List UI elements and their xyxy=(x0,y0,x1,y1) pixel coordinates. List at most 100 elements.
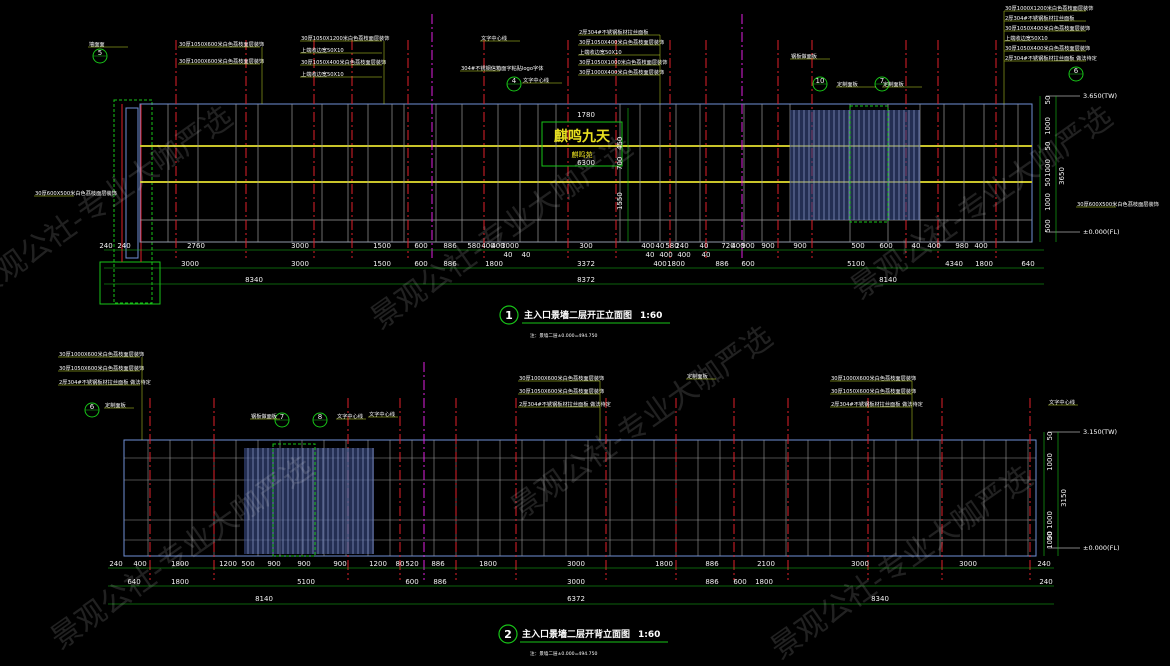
watermark-text: 景观公社-专业大咖严选 xyxy=(365,130,640,337)
note-text: 30厚1050X400米白色荔枝面层装饰 xyxy=(301,58,386,66)
dim-row1: 900 xyxy=(267,560,280,568)
dim-row1: 240 xyxy=(99,242,112,250)
dim-row1: 500 xyxy=(851,242,864,250)
note-text: 30厚1000X600米白色荔枝面层装饰 xyxy=(179,57,264,65)
dim-row2: 640 xyxy=(1021,260,1034,268)
level-markers-2: 3.150(TW) ±0.000(FL) xyxy=(1048,428,1120,552)
dim-row1: 980 xyxy=(955,242,968,250)
note-text: 上端收边宽50X10 xyxy=(579,48,622,56)
dim-row2: 3000 xyxy=(567,578,585,586)
level-base-2: ±0.000(FL) xyxy=(1083,544,1120,552)
bubble-number: 4 xyxy=(512,77,517,85)
dim-row2: 886 xyxy=(715,260,729,268)
note-text: 文字中心线 xyxy=(481,34,507,42)
vertical-dim: 500 xyxy=(1044,219,1052,232)
dim-row3: 6372 xyxy=(567,595,585,603)
dim-small: 400 xyxy=(677,251,690,259)
dim-row1: 1800 xyxy=(479,560,497,568)
dim-row1: 3000 xyxy=(291,242,309,250)
note-text: 钢板做面板 xyxy=(791,52,818,60)
dim-row1: 2760 xyxy=(187,242,205,250)
subtitle-2: 注：景墙二层±0.000=494.750 xyxy=(530,650,597,657)
watermark-text: 景观公社-专业大咖严选 xyxy=(0,100,239,307)
title-1: 主入口景墙二层开正立面图 xyxy=(524,309,632,321)
note-text: 上端收边宽50X10 xyxy=(301,46,344,54)
vertical-dim: 1000 xyxy=(1046,531,1054,549)
dim-row2: 886 xyxy=(433,578,447,586)
dim-row2: 1500 xyxy=(373,260,391,268)
note-text: 2厚304#不锈钢板材拉丝面板 做法待定 xyxy=(1005,54,1097,62)
dim-row1: 300 xyxy=(579,242,592,250)
dim-row1: 1500 xyxy=(373,242,391,250)
bubble-number: 6 xyxy=(1074,67,1079,75)
cad-drawing-canvas: 麒鸣九天 麒鸣苑 1780 6300 4507001550 3.650(TW) … xyxy=(0,4,1159,666)
note-text: 30厚1050X400米白色荔枝面层装饰 xyxy=(1005,44,1090,52)
dim-row1: 400 xyxy=(641,242,654,250)
note-text: 文字中心线 xyxy=(337,412,363,420)
dim-small: 40 xyxy=(702,251,711,259)
dim-row1: 40 xyxy=(656,242,665,250)
dim-row1: 500 xyxy=(241,560,254,568)
vertical-dim: 50 xyxy=(1046,432,1054,441)
note-text: 30厚1050X600米白色荔枝面层装饰 xyxy=(59,364,144,372)
note-text: 定制面板 xyxy=(883,80,905,88)
dim-row1: 80 xyxy=(396,560,405,568)
dim-row1: 40 xyxy=(700,242,709,250)
dim-row1: 2100 xyxy=(757,560,775,568)
bubble-number: 5 xyxy=(98,49,102,57)
title-number-1: 1 xyxy=(505,309,513,322)
sign-height-dim: 1550 xyxy=(616,192,624,210)
dim-row3: 8372 xyxy=(577,276,595,284)
dim-row2: 1800 xyxy=(755,578,773,586)
note-text: 30厚1000X600米白色荔枝面层装饰 xyxy=(831,374,916,382)
level-top-2: 3.150(TW) xyxy=(1083,428,1117,436)
vertical-dims-2: 50100031501000501000 xyxy=(1043,432,1068,556)
dim-row2: 5100 xyxy=(297,578,315,586)
dim-row1: 900 xyxy=(333,560,346,568)
dim-row1: 886 xyxy=(431,560,445,568)
note-text: 文字中心线 xyxy=(369,410,395,418)
dim-row1: 240 xyxy=(675,242,688,250)
note-text: 2厚304#不锈钢板材拉丝面板 xyxy=(1005,14,1075,22)
dim-row2: 4340 xyxy=(945,260,963,268)
title-number-2: 2 xyxy=(504,628,512,641)
title-scale-2: 1:60 xyxy=(638,630,660,640)
annotation-notes-2: 30厚1000X600米白色荔枝面层装饰 30厚1050X600米白色荔枝面层装饰… xyxy=(58,350,1078,440)
note-text: 上端收边宽50X10 xyxy=(301,70,344,78)
note-text: 2厚304#不锈钢板材拉丝面板 xyxy=(579,28,649,36)
note-text: 30厚1050X600米白色荔枝面层装饰 xyxy=(831,387,916,395)
dim-row1: 900 xyxy=(761,242,774,250)
dim-row1: 900 xyxy=(793,242,806,250)
dim-row1: 3000 xyxy=(567,560,585,568)
note-text: 30厚1050X600米白色荔枝面层装饰 xyxy=(519,387,604,395)
watermark-text: 景观公社-专业大咖严选 xyxy=(765,460,1040,666)
title-2: 主入口景墙二层开背立面图 xyxy=(522,628,630,640)
title-block-2: 2 主入口景墙二层开背立面图 1:60 注：景墙二层±0.000=494.750 xyxy=(498,624,668,657)
note-text: 30厚1050X1000米白色荔枝面层装饰 xyxy=(579,58,667,66)
dim-row2: 240 xyxy=(1039,578,1052,586)
bubble-number: 7 xyxy=(280,413,284,421)
bubble-number: 8 xyxy=(318,413,322,421)
dim-row1: 886 xyxy=(705,560,719,568)
note-text: 文字中心线 xyxy=(523,76,549,84)
note-text: 上端收边宽50X10 xyxy=(1005,34,1048,42)
dim-row1: 240 xyxy=(109,560,122,568)
dim-row3: 8140 xyxy=(255,595,273,603)
dim-row2: 600 xyxy=(741,260,754,268)
note-text: 304#不锈钢信箱面字粘贴logo字体 xyxy=(461,64,544,72)
dim-row1: 240 xyxy=(1037,560,1050,568)
note-text: 30厚1050X1200米白色荔枝面层装饰 xyxy=(301,34,389,42)
note-text: 30厚600X500米白色荔枝面层装饰 xyxy=(1077,200,1159,208)
bubble-number: 6 xyxy=(90,403,95,411)
dim-small: 400 xyxy=(659,251,672,259)
note-text: 定制面板 xyxy=(837,80,859,88)
dim-row3: 8340 xyxy=(245,276,263,284)
dim-row2: 1800 xyxy=(975,260,993,268)
dim-row1: 900 xyxy=(741,242,754,250)
dim-row2: 3000 xyxy=(291,260,309,268)
dim-row1: 900 xyxy=(297,560,310,568)
dim-row2: 3372 xyxy=(577,260,595,268)
vertical-dim: 50 xyxy=(1044,96,1052,105)
title-scale-1: 1:60 xyxy=(640,311,662,321)
dim-row2: 600 xyxy=(733,578,746,586)
